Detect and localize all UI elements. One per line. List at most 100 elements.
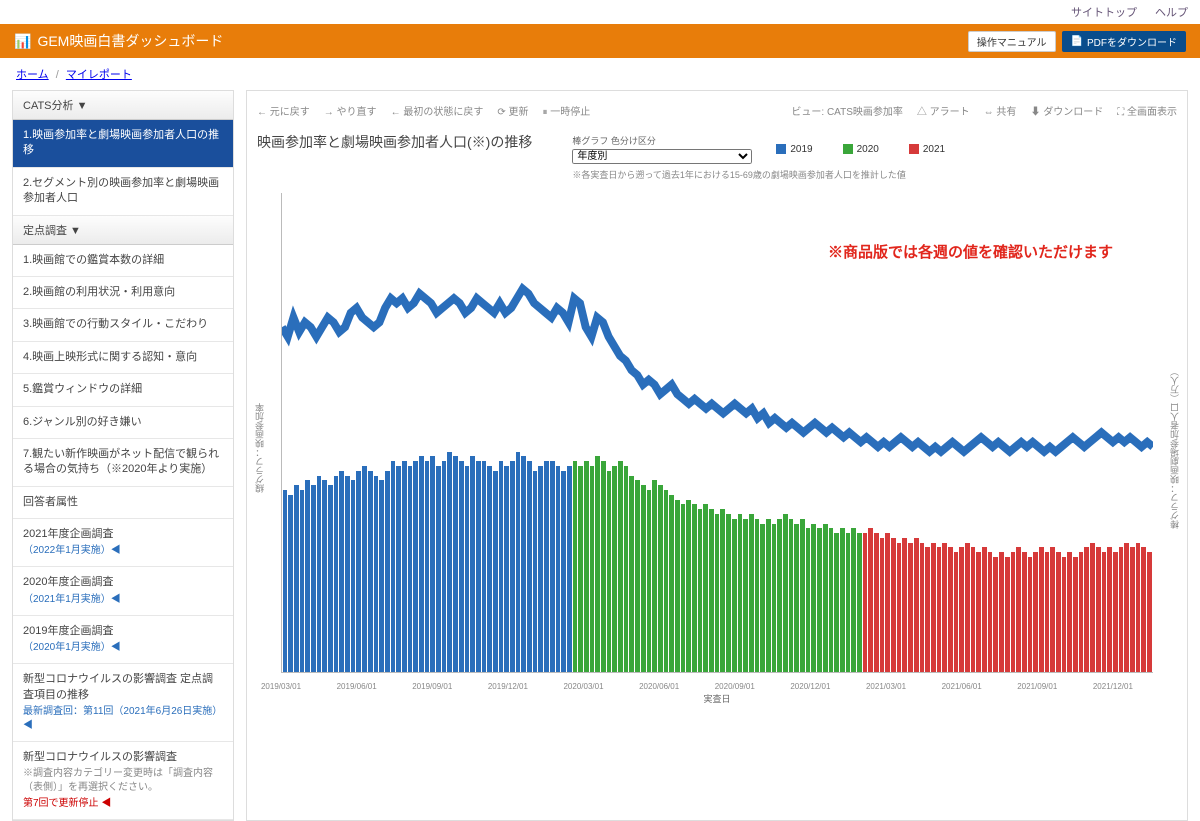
- bar[interactable]: [368, 471, 373, 672]
- bar[interactable]: [1045, 552, 1050, 672]
- bar[interactable]: [328, 485, 333, 672]
- bar[interactable]: [880, 538, 885, 672]
- bar[interactable]: [294, 485, 299, 672]
- bar[interactable]: [1090, 543, 1095, 672]
- bar[interactable]: [726, 514, 731, 672]
- bar[interactable]: [1028, 557, 1033, 672]
- bar[interactable]: [1107, 547, 1112, 672]
- bar[interactable]: [442, 461, 447, 672]
- bar[interactable]: [959, 547, 964, 672]
- bar[interactable]: [982, 547, 987, 672]
- bar[interactable]: [612, 466, 617, 672]
- bar[interactable]: [362, 466, 367, 672]
- bar[interactable]: [942, 543, 947, 672]
- bar[interactable]: [976, 552, 981, 672]
- bar[interactable]: [902, 538, 907, 672]
- sidebar-item[interactable]: 6.ジャンル別の好き嫌い: [13, 407, 233, 439]
- bar[interactable]: [544, 461, 549, 672]
- bar[interactable]: [379, 480, 384, 672]
- bar[interactable]: [1022, 552, 1027, 672]
- bar[interactable]: [658, 485, 663, 672]
- breadcrumb-home[interactable]: ホーム: [16, 69, 49, 81]
- bar[interactable]: [305, 480, 310, 672]
- bar[interactable]: [635, 480, 640, 672]
- bar[interactable]: [538, 466, 543, 672]
- breadcrumb-current[interactable]: マイレポート: [66, 69, 132, 81]
- bar[interactable]: [823, 524, 828, 672]
- bar[interactable]: [772, 524, 777, 672]
- bar[interactable]: [988, 552, 993, 672]
- bar[interactable]: [709, 509, 714, 672]
- bar[interactable]: [811, 524, 816, 672]
- bar[interactable]: [447, 452, 452, 672]
- bar[interactable]: [493, 471, 498, 672]
- bar[interactable]: [891, 538, 896, 672]
- bar[interactable]: [1119, 547, 1124, 672]
- bar[interactable]: [550, 461, 555, 672]
- bar[interactable]: [573, 461, 578, 672]
- bar[interactable]: [334, 476, 339, 672]
- sidebar-item-1[interactable]: 1.映画参加率と劇場映画参加者人口の推移: [13, 120, 233, 168]
- bar[interactable]: [692, 504, 697, 672]
- bar[interactable]: [607, 471, 612, 672]
- bar[interactable]: [504, 466, 509, 672]
- bar[interactable]: [1005, 557, 1010, 672]
- bar[interactable]: [829, 528, 834, 672]
- bar[interactable]: [908, 543, 913, 672]
- bar[interactable]: [664, 490, 669, 672]
- bar[interactable]: [766, 519, 771, 672]
- group-select[interactable]: 年度別: [572, 149, 752, 164]
- bar[interactable]: [584, 461, 589, 672]
- bar[interactable]: [999, 552, 1004, 672]
- fullscreen-button[interactable]: ⛶ 全画面表示: [1117, 103, 1177, 118]
- sidebar-covid-survey[interactable]: 新型コロナウイルスの影響調査※調査内容カテゴリー変更時は「調査内容（表側）」を再…: [13, 742, 233, 820]
- reset-button[interactable]: ← 最初の状態に戻す: [391, 103, 484, 118]
- bar[interactable]: [703, 504, 708, 672]
- bar[interactable]: [965, 543, 970, 672]
- bar[interactable]: [1096, 547, 1101, 672]
- bar[interactable]: [311, 485, 316, 672]
- bar[interactable]: [482, 461, 487, 672]
- bar[interactable]: [698, 509, 703, 672]
- bar[interactable]: [738, 514, 743, 672]
- sidebar-section-teiten[interactable]: 定点調査 ▼: [13, 216, 233, 245]
- bar[interactable]: [794, 524, 799, 672]
- bar[interactable]: [925, 547, 930, 672]
- sidebar-item-2[interactable]: 2.セグメント別の映画参加率と劇場映画参加者人口: [13, 168, 233, 216]
- refresh-button[interactable]: ⟳ 更新: [497, 103, 528, 118]
- bar[interactable]: [1102, 552, 1107, 672]
- bar[interactable]: [283, 490, 288, 672]
- bar[interactable]: [1136, 543, 1141, 672]
- bar[interactable]: [834, 533, 839, 672]
- bar[interactable]: [590, 466, 595, 672]
- bar[interactable]: [419, 456, 424, 672]
- bar[interactable]: [1067, 552, 1072, 672]
- bar[interactable]: [556, 466, 561, 672]
- sidebar-survey-2019[interactable]: 2019年度企画調査（2020年1月実施）◀: [13, 616, 233, 664]
- bar[interactable]: [624, 466, 629, 672]
- bar[interactable]: [1124, 543, 1129, 672]
- bar[interactable]: [715, 514, 720, 672]
- bar[interactable]: [470, 456, 475, 672]
- bar[interactable]: [1079, 552, 1084, 672]
- bar[interactable]: [954, 552, 959, 672]
- bar[interactable]: [629, 476, 634, 672]
- bar[interactable]: [1033, 552, 1038, 672]
- bar[interactable]: [561, 471, 566, 672]
- bar[interactable]: [396, 466, 401, 672]
- bar[interactable]: [806, 528, 811, 672]
- sidebar-item[interactable]: 7.観たい新作映画がネット配信で観られる場合の気持ち（※2020年より実施）: [13, 439, 233, 487]
- bar[interactable]: [288, 495, 293, 672]
- sidebar-item[interactable]: 2.映画館の利用状況・利用意向: [13, 277, 233, 309]
- bar[interactable]: [391, 461, 396, 672]
- bar[interactable]: [846, 533, 851, 672]
- plot-area[interactable]: ※商品版では各週の値を確認いただけます: [281, 193, 1153, 673]
- sidebar-survey-2020[interactable]: 2020年度企画調査（2021年1月実施）◀: [13, 567, 233, 615]
- bar[interactable]: [300, 490, 305, 672]
- bar[interactable]: [675, 500, 680, 672]
- bar[interactable]: [641, 485, 646, 672]
- bar[interactable]: [1050, 547, 1055, 672]
- bar[interactable]: [885, 533, 890, 672]
- bar[interactable]: [499, 461, 504, 672]
- sidebar-item[interactable]: 3.映画館での行動スタイル・こだわり: [13, 309, 233, 341]
